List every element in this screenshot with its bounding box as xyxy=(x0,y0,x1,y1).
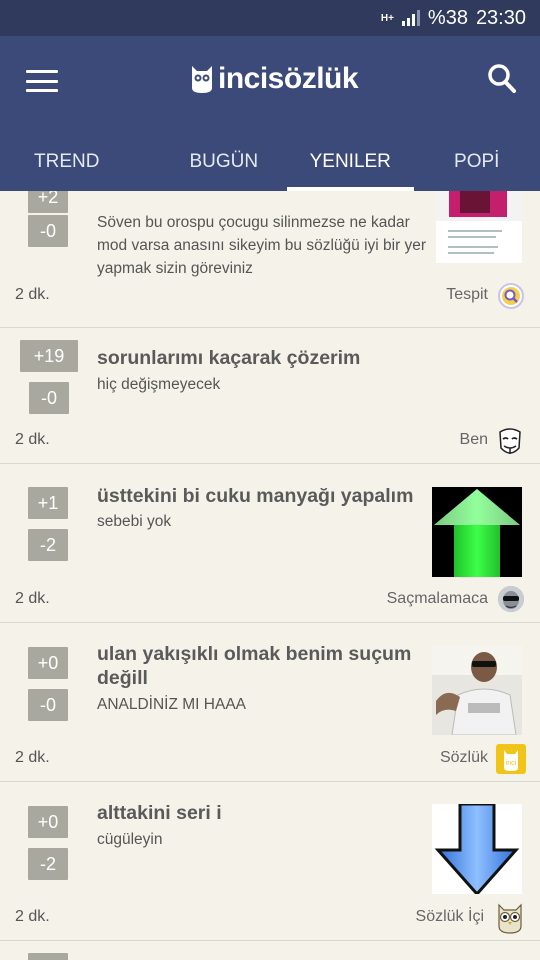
upvote-button[interactable] xyxy=(28,953,68,960)
list-item[interactable]: +19 -0 sorunlarımı kaçarak çözerim hiç d… xyxy=(0,328,540,464)
green-up-arrow-image xyxy=(434,489,520,577)
upvote-button[interactable]: +0 xyxy=(28,647,68,679)
network-type-indicator: H+ xyxy=(380,12,394,24)
status-bar: H+ %38 23:30 xyxy=(0,0,540,36)
battery-level: %38 xyxy=(427,6,468,29)
list-item[interactable]: +2 -0 Söven bu orospu çocugu silinmezse … xyxy=(0,191,540,328)
author-avatar[interactable] xyxy=(494,902,526,934)
entry-time: 2 dk. xyxy=(15,286,50,303)
downvote-button[interactable]: -0 xyxy=(28,689,68,721)
entry-time: 2 dk. xyxy=(15,431,50,448)
hamburger-line xyxy=(26,89,58,92)
entry-time: 2 dk. xyxy=(15,908,50,925)
entry-title[interactable]: üsttekini bi cuku manyağı yapalım xyxy=(97,484,427,508)
entry-title[interactable]: ulan yakışıklı olmak benim suçum değill xyxy=(97,642,432,690)
list-item[interactable]: +0 -2 alttakini seri i cügüleyin 2 dk. S… xyxy=(0,782,540,941)
entry-body: cügüleyin xyxy=(97,831,163,848)
screenshot-thumbnail xyxy=(436,191,522,263)
tab-bar: TREND BUGÜN YENILER POPİ xyxy=(0,132,540,191)
entry-body: sebebi yok xyxy=(97,513,172,530)
guy-fawkes-mask-icon xyxy=(499,428,521,454)
app-bar: incisözlük TREND BUGÜN YENILER POPİ xyxy=(0,36,540,191)
avatar-badge-text: inci xyxy=(506,760,517,767)
upvote-button[interactable]: +2 xyxy=(28,191,68,213)
entry-body: Söven bu orospu çocugu silinmezse ne kad… xyxy=(97,214,427,277)
magnifier-badge-icon xyxy=(502,287,520,305)
hamburger-line xyxy=(26,79,58,83)
entry-time: 2 dk. xyxy=(15,749,50,766)
hamburger-line xyxy=(26,70,58,73)
upvote-button[interactable]: +19 xyxy=(20,340,78,372)
list-item[interactable]: +0 -0 ulan yakışıklı olmak benim suçum d… xyxy=(0,623,540,782)
list-item[interactable] xyxy=(0,941,540,960)
tab-popi[interactable]: POPİ xyxy=(414,132,540,191)
author-name[interactable]: Saçmalamaca xyxy=(387,590,488,608)
entry-time: 2 dk. xyxy=(15,590,50,607)
author-name[interactable]: Ben xyxy=(460,431,488,449)
list-item[interactable]: +1 -2 üsttekini bi cuku manyağı yapalım … xyxy=(0,464,540,623)
entry-body: hiç değişmeyecek xyxy=(97,376,221,393)
entry-thumbnail[interactable] xyxy=(432,804,522,894)
author-avatar[interactable] xyxy=(498,283,524,309)
entry-title[interactable]: sorunlarımı kaçarak çözerim xyxy=(97,346,437,370)
tab-yeniler[interactable]: YENILER xyxy=(287,132,414,191)
search-button[interactable] xyxy=(486,62,518,96)
downvote-button[interactable]: -2 xyxy=(28,848,68,880)
inci-owl-badge-icon: inci xyxy=(504,750,518,771)
owl-icon xyxy=(498,903,522,934)
downvote-button[interactable]: -2 xyxy=(28,529,68,561)
app-logo[interactable]: incisözlük xyxy=(190,58,359,100)
author-avatar[interactable]: inci xyxy=(496,744,526,774)
tab-trend[interactable]: TREND xyxy=(0,132,161,191)
author-name[interactable]: Tespit xyxy=(446,286,488,304)
author-avatar[interactable] xyxy=(494,426,526,458)
sunglasses-face-icon xyxy=(498,586,524,612)
blue-down-arrow-image xyxy=(434,804,520,894)
entry-title[interactable]: alttakini seri i xyxy=(97,801,417,825)
author-name[interactable]: Sözlük xyxy=(440,749,488,767)
entry-thumbnail[interactable] xyxy=(432,487,522,577)
owl-logo-icon xyxy=(192,66,212,93)
signal-icon xyxy=(401,10,420,26)
entry-thumbnail[interactable] xyxy=(436,191,522,263)
menu-button[interactable] xyxy=(26,68,58,94)
logo-text: incisözlük xyxy=(218,62,359,95)
downvote-button[interactable]: -0 xyxy=(29,382,69,414)
entry-body: ANALDİNİZ MI HAAA xyxy=(97,696,246,713)
entry-feed[interactable]: +2 -0 Söven bu orospu çocugu silinmezse … xyxy=(0,191,540,960)
search-icon xyxy=(488,64,516,93)
entry-thumbnail[interactable] xyxy=(432,645,522,735)
person-photo-thumbnail xyxy=(432,645,522,735)
author-name[interactable]: Sözlük İçi xyxy=(416,908,484,926)
tab-bugun[interactable]: BUGÜN xyxy=(161,132,288,191)
upvote-button[interactable]: +1 xyxy=(28,487,68,519)
downvote-button[interactable]: -0 xyxy=(28,215,68,247)
upvote-button[interactable]: +0 xyxy=(28,806,68,838)
author-avatar[interactable] xyxy=(498,586,524,612)
clock: 23:30 xyxy=(475,6,526,29)
